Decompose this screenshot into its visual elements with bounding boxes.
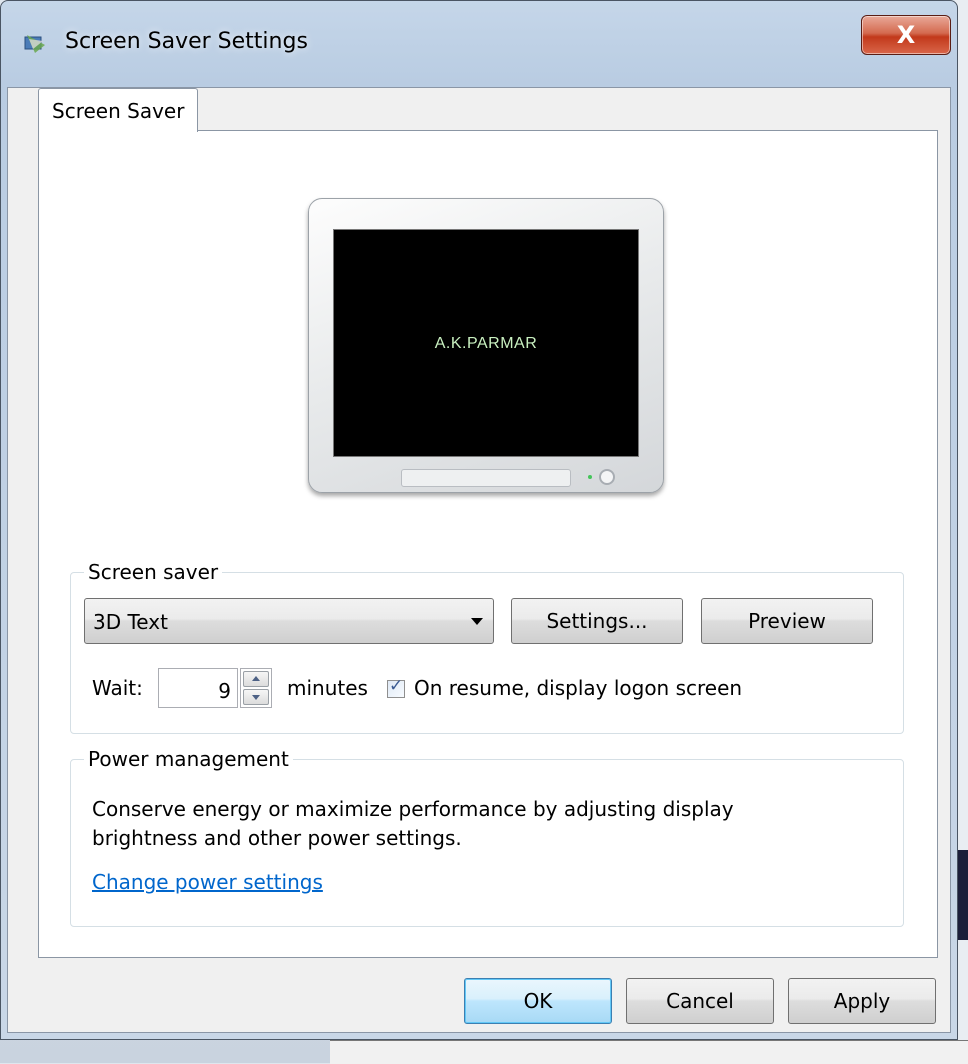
close-icon: X (896, 21, 916, 49)
ok-button[interactable]: OK (464, 978, 612, 1024)
close-button[interactable]: X (861, 15, 951, 55)
preview-screen: A.K.PARMAR (333, 229, 639, 457)
spin-down-arrow-icon[interactable] (243, 689, 269, 705)
change-power-settings-link[interactable]: Change power settings (92, 870, 323, 894)
screen-saver-selected-value: 3D Text (93, 610, 168, 634)
screen-saver-app-icon (24, 35, 45, 53)
chevron-down-icon (471, 618, 483, 625)
background-taskbar-edge (330, 1040, 968, 1064)
minutes-label: minutes (287, 676, 368, 700)
monitor-power-button-icon (599, 469, 615, 485)
spin-up-arrow-icon[interactable] (243, 671, 269, 687)
monitor-preview: A.K.PARMAR (308, 198, 664, 493)
apply-button[interactable]: Apply (788, 978, 936, 1024)
screen-saver-group (70, 572, 904, 734)
checkmark-icon: ✓ (389, 676, 404, 696)
power-management-group-label: Power management (84, 747, 293, 771)
tab-screen-saver[interactable]: Screen Saver (38, 88, 198, 132)
monitor-power-led (588, 475, 592, 479)
resume-logon-label[interactable]: On resume, display logon screen (414, 676, 742, 700)
resume-logon-checkbox[interactable]: ✓ (387, 676, 405, 698)
preview-button[interactable]: Preview (701, 598, 873, 644)
preview-screen-text: A.K.PARMAR (434, 335, 538, 352)
power-description: Conserve energy or maximize performance … (92, 797, 734, 850)
settings-button[interactable]: Settings... (511, 598, 683, 644)
screen-saver-dropdown[interactable]: 3D Text (84, 598, 494, 644)
wait-label: Wait: (92, 676, 143, 700)
wait-spinner (240, 668, 272, 708)
window-title: Screen Saver Settings (65, 29, 308, 54)
cancel-button[interactable]: Cancel (626, 978, 774, 1024)
screen-saver-group-label: Screen saver (84, 560, 223, 584)
monitor-slot (401, 469, 571, 487)
wait-minutes-input[interactable] (158, 668, 238, 708)
title-bar[interactable]: Screen Saver Settings X (1, 1, 957, 87)
